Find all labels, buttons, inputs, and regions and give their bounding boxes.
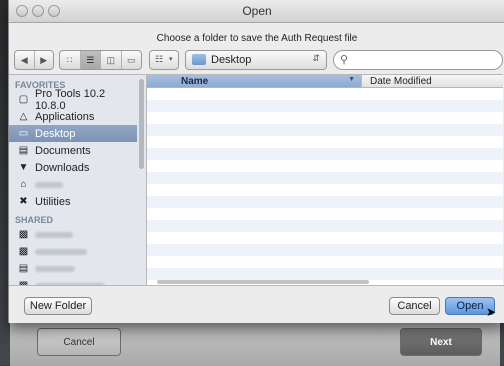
list-item [147,268,503,280]
sidebar-item-label: Documents [35,144,91,157]
shared-header: SHARED [15,215,54,225]
column-view-icon[interactable]: ◫ [101,51,122,69]
arrange-grid-icon: ☷ [155,54,164,64]
sidebar-item-pro-tools[interactable]: ▢ Pro Tools 10.2 10.8.0 [9,88,137,112]
computer-icon: ▩ [18,246,29,257]
sidebar-item-applications[interactable]: △ Applications [9,108,137,125]
list-item [147,124,503,136]
list-item [147,88,503,100]
redacted-label [35,265,75,272]
documents-icon: ▤ [18,145,29,156]
list-item [147,172,503,184]
file-list[interactable]: Name ▼ Date Modified [147,74,503,285]
sidebar-item-shared-3[interactable]: ▤ [9,260,137,277]
sidebar-scroll-thumb[interactable] [139,79,144,169]
list-item [147,244,503,256]
view-mode-control: ∷ ☰ ◫ ▭ [59,50,142,70]
search-field[interactable]: ⚲ [333,50,503,70]
list-item [147,220,503,232]
home-icon: ⌂ [20,179,27,190]
sidebar-item-shared-2[interactable]: ▩ [9,243,137,260]
column-date-modified[interactable]: Date Modified [361,75,503,87]
back-icon[interactable]: ◀ [15,51,35,69]
horizontal-scroll-thumb[interactable] [157,280,369,284]
list-item [147,208,503,220]
window-title: Open [242,4,272,18]
title-bar: Open [9,0,504,23]
background-next-button[interactable]: Next [400,328,482,356]
applications-icon: △ [19,111,28,122]
redacted-label [35,248,87,255]
folder-icon [192,54,206,65]
disk-icon: ▢ [18,94,29,105]
sidebar-item-desktop[interactable]: ▭ Desktop [9,125,137,142]
column-name-label: Name [181,75,209,87]
column-date-label: Date Modified [370,75,432,87]
chevron-down-icon: ▾ [169,56,173,63]
location-label: Desktop [211,54,252,66]
list-item [147,232,503,244]
downloads-icon: ▼ [18,162,29,173]
mouse-cursor-icon: ➤ [486,305,497,319]
sidebar-item-utilities[interactable]: ✖ Utilities [9,193,137,210]
sidebar-item-label: Desktop [35,127,76,140]
sidebar-item-documents[interactable]: ▤ Documents [9,142,137,159]
sidebar-item-shared-4[interactable]: ▩ [9,277,137,285]
sidebar: FAVORITES ▢ Pro Tools 10.2 10.8.0 △ Appl… [9,74,147,285]
sidebar-item-label: Downloads [35,161,90,174]
sidebar-item-label: Utilities [35,195,71,208]
sidebar-item-shared-1[interactable]: ▩ [9,226,137,243]
list-item [147,196,503,208]
list-item [147,136,503,148]
sidebar-scrollbar[interactable] [138,75,145,285]
desktop-icon: ▭ [18,128,29,139]
new-folder-button[interactable]: New Folder [24,297,92,315]
coverflow-view-icon[interactable]: ▭ [122,51,142,69]
list-item [147,148,503,160]
redacted-label [35,231,73,238]
back-forward-control: ◀ ▶ [14,50,54,70]
utilities-icon: ✖ [19,196,28,207]
dialog-footer: New Folder Cancel Open [9,285,504,323]
list-view-icon[interactable]: ☰ [80,51,101,69]
location-popup[interactable]: Desktop ⇵ [185,50,327,70]
sidebar-item-label: Applications [35,110,95,123]
forward-icon[interactable]: ▶ [35,51,54,69]
list-item [147,100,503,112]
computer-icon: ▩ [18,229,29,240]
list-item [147,160,503,172]
cancel-button[interactable]: Cancel [389,297,440,315]
column-header: Name ▼ Date Modified [147,75,503,88]
arrange-button[interactable]: ☷ ▾ [149,50,179,70]
open-dialog: Open Choose a folder to save the Auth Re… [8,0,504,323]
toolbar: ◀ ▶ ∷ ☰ ◫ ▭ ☷ ▾ Desktop ⇵ ⚲ [9,50,504,74]
background-cancel-button[interactable]: Cancel [37,328,121,356]
list-item [147,112,503,124]
redacted-label [35,181,63,188]
updown-chevron-icon: ⇵ [312,53,320,63]
icon-view-icon[interactable]: ∷ [60,51,81,69]
sort-desc-icon: ▼ [348,76,355,83]
server-icon: ▤ [18,263,29,274]
file-rows [147,88,503,280]
list-item [147,184,503,196]
dialog-prompt: Choose a folder to save the Auth Request… [156,33,358,44]
sidebar-item-home[interactable]: ⌂ [9,176,137,193]
sidebar-item-downloads[interactable]: ▼ Downloads [9,159,137,176]
search-icon: ⚲ [340,54,349,66]
column-name[interactable]: Name ▼ [147,75,361,87]
list-item [147,256,503,268]
